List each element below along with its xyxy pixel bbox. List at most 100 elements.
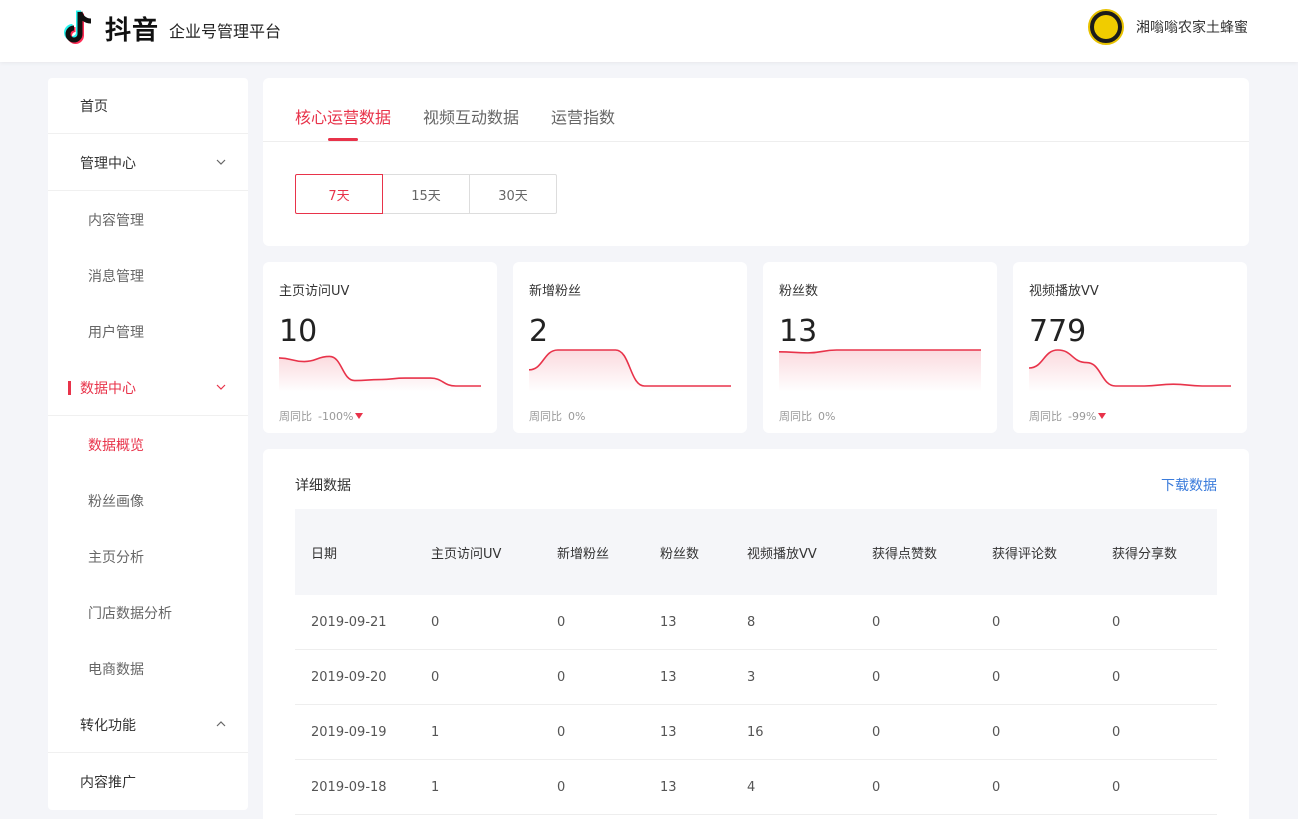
column-header: 获得点赞数	[872, 547, 938, 562]
table-cell: 2019-09-18	[311, 780, 387, 795]
sidebar-item-users[interactable]: 用户管理	[48, 304, 248, 360]
metric-title: 新增粉丝	[529, 284, 582, 299]
sidebar-item-label: 转化功能	[80, 717, 136, 734]
sidebar-item-management[interactable]: 管理中心	[48, 135, 248, 191]
table-cell: 0	[992, 780, 1001, 795]
tab-core-data[interactable]: 核心运营数据	[295, 104, 391, 128]
table-cell: 13	[660, 725, 677, 740]
sparkline-chart	[779, 349, 981, 392]
column-header: 粉丝数	[660, 547, 700, 562]
sidebar-item-label: 主页分析	[88, 550, 144, 566]
foot-label: 周同比	[279, 410, 312, 423]
platform-subtitle: 企业号管理平台	[169, 22, 282, 41]
foot-percent: -99%	[1068, 409, 1097, 423]
sparkline-chart	[1029, 349, 1231, 392]
metric-foot: 周同比 -100%	[279, 408, 364, 424]
tab-bar: 核心运营数据 视频互动数据 运营指数	[263, 78, 1249, 142]
table-cell: 0	[1112, 670, 1121, 685]
table-cell: 1	[431, 780, 440, 795]
sidebar-item-fan-profile[interactable]: 粉丝画像	[48, 473, 248, 529]
table-cell: 0	[992, 670, 1001, 685]
sparkline-chart	[279, 355, 481, 392]
sidebar-item-label: 管理中心	[80, 155, 136, 172]
download-data-link[interactable]: 下载数据	[1161, 475, 1217, 495]
sidebar-item-label: 数据中心	[80, 380, 136, 397]
sidebar-item-label: 粉丝画像	[88, 494, 144, 510]
table-cell: 16	[747, 725, 764, 740]
column-header: 视频播放VV	[747, 547, 817, 562]
table-cell: 0	[557, 615, 566, 630]
table-cell: 0	[992, 615, 1001, 630]
table-cell: 0	[872, 670, 881, 685]
tab-operation-index[interactable]: 运营指数	[551, 104, 615, 128]
chevron-down-icon	[216, 384, 226, 390]
column-header: 获得评论数	[992, 547, 1058, 562]
sidebar-item-conversion[interactable]: 转化功能	[48, 697, 248, 753]
column-header: 主页访问UV	[431, 547, 502, 562]
table-cell: 0	[557, 670, 566, 685]
avatar[interactable]	[1088, 9, 1124, 45]
range-30-days-button[interactable]: 30天	[469, 174, 557, 214]
sidebar-item-label: 首页	[80, 98, 108, 115]
range-7-days-button[interactable]: 7天	[295, 174, 383, 214]
table-cell: 8	[747, 615, 756, 630]
metric-title: 视频播放VV	[1029, 284, 1099, 299]
sidebar-item-ecommerce[interactable]: 电商数据	[48, 641, 248, 697]
table-cell: 4	[747, 780, 756, 795]
table-cell: 2019-09-19	[311, 725, 387, 740]
sidebar-item-home[interactable]: 首页	[48, 78, 248, 134]
metric-foot: 周同比 0%	[529, 408, 585, 424]
table-row: 2019-09-20 0 0 13 3 0 0 0	[295, 650, 1217, 705]
active-indicator	[68, 381, 71, 395]
table-cell: 0	[431, 615, 440, 630]
table-cell: 13	[660, 780, 677, 795]
sidebar-item-label: 数据概览	[88, 438, 144, 454]
table-cell: 13	[660, 615, 677, 630]
table-cell: 0	[557, 725, 566, 740]
table-cell: 0	[872, 725, 881, 740]
table-cell: 2019-09-21	[311, 615, 387, 630]
brand-logo[interactable]: 抖音 企业号管理平台	[63, 8, 281, 48]
sidebar-item-home-analysis[interactable]: 主页分析	[48, 529, 248, 585]
sidebar-item-data-center[interactable]: 数据中心	[48, 360, 248, 416]
table-row: 2019-09-18 1 0 13 4 0 0 0	[295, 760, 1217, 815]
sidebar-item-label: 消息管理	[88, 269, 144, 285]
table-cell: 0	[992, 725, 1001, 740]
sidebar-item-content[interactable]: 内容管理	[48, 192, 248, 248]
chevron-up-icon	[216, 721, 226, 727]
chevron-down-icon	[216, 159, 226, 165]
trend-down-icon	[1098, 413, 1107, 419]
metric-title: 粉丝数	[779, 284, 819, 299]
sparkline-area	[779, 350, 981, 392]
date-range-selector: 7天 15天 30天	[295, 174, 557, 214]
sidebar-item-label: 用户管理	[88, 325, 144, 341]
table-cell: 2019-09-20	[311, 670, 387, 685]
table-header: 日期 主页访问UV 新增粉丝 粉丝数 视频播放VV 获得点赞数 获得评论数 获得…	[295, 509, 1217, 595]
overview-tabs-card: 核心运营数据 视频互动数据 运营指数 7天 15天 30天	[263, 78, 1249, 246]
foot-percent: -100%	[318, 409, 354, 423]
table-cell: 13	[660, 670, 677, 685]
table-cell: 3	[747, 670, 756, 685]
douyin-note-icon	[64, 10, 92, 44]
sparkline-chart	[529, 349, 731, 392]
sidebar-item-messages[interactable]: 消息管理	[48, 248, 248, 304]
sidebar-item-promotion[interactable]: 内容推广	[48, 754, 248, 810]
table-cell: 0	[557, 780, 566, 795]
metric-card-fans: 粉丝数 13 周同比 0%	[763, 262, 997, 433]
sidebar-item-store-analysis[interactable]: 门店数据分析	[48, 585, 248, 641]
table-cell: 0	[431, 670, 440, 685]
sidebar-item-data-overview[interactable]: 数据概览	[48, 417, 248, 473]
table-cell: 0	[1112, 725, 1121, 740]
user-name: 湘嗡嗡农家土蜂蜜	[1136, 20, 1248, 36]
range-15-days-button[interactable]: 15天	[382, 174, 470, 214]
table-row: 2019-09-19 1 0 13 16 0 0 0	[295, 705, 1217, 760]
foot-label: 周同比	[779, 410, 812, 423]
user-profile[interactable]: 湘嗡嗡农家土蜂蜜	[1088, 9, 1248, 45]
tab-video-interaction[interactable]: 视频互动数据	[423, 104, 519, 128]
sidebar-item-label: 门店数据分析	[88, 606, 172, 622]
foot-percent: 0%	[568, 409, 586, 423]
brand-name: 抖音	[105, 15, 160, 46]
sidebar-item-label: 电商数据	[88, 662, 144, 678]
metric-foot: 周同比 -99%	[1029, 408, 1107, 424]
table-cell: 0	[1112, 615, 1121, 630]
